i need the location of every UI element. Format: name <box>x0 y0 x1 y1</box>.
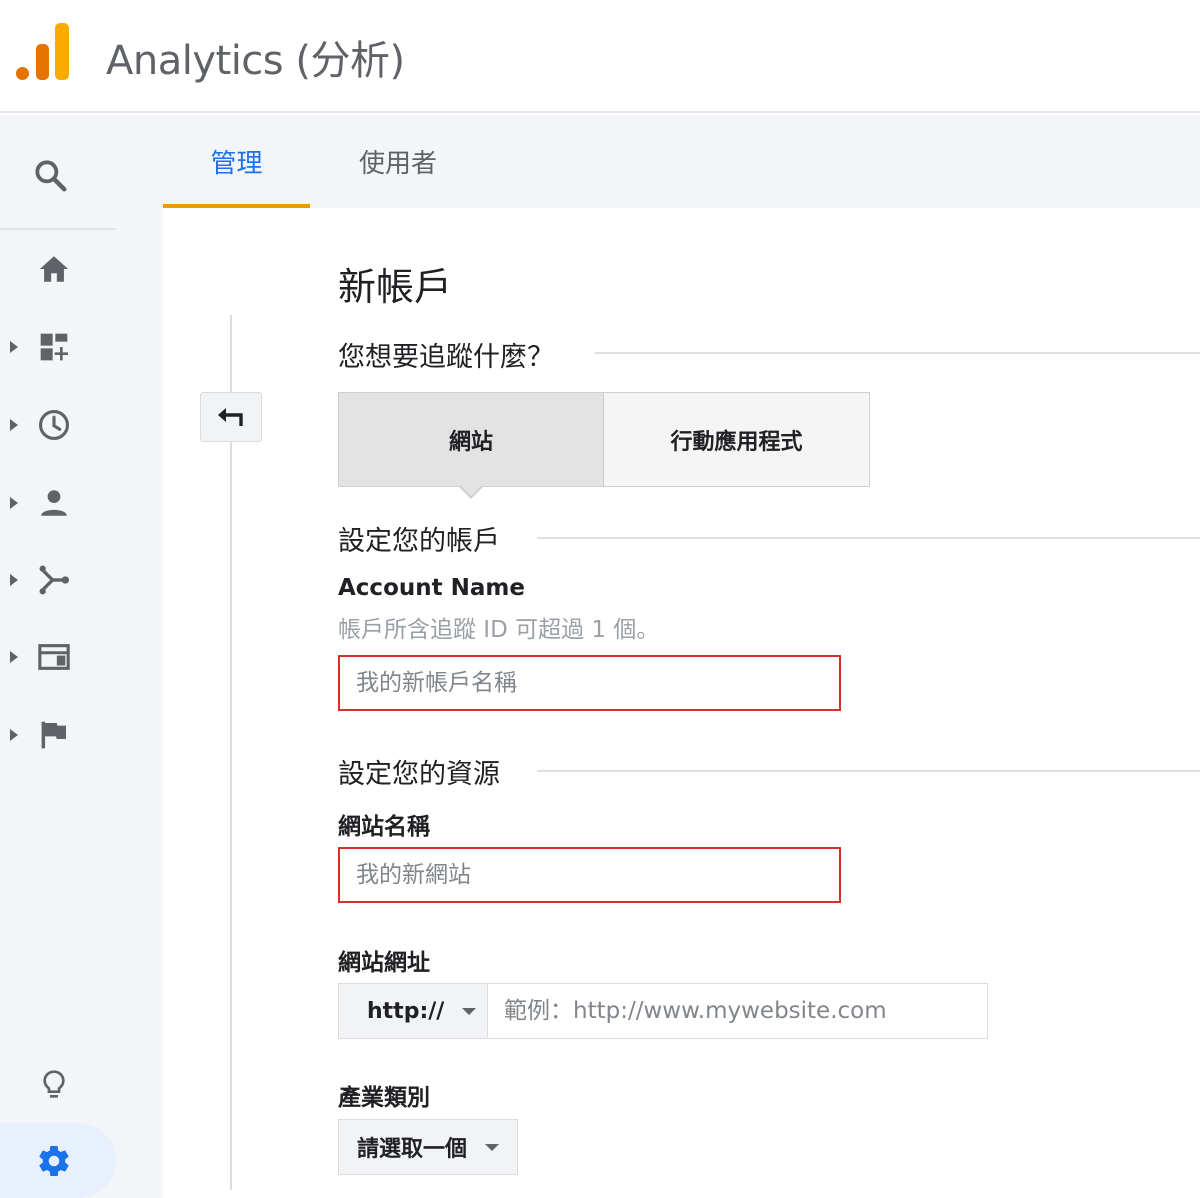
nav-item-admin[interactable] <box>0 1123 116 1198</box>
track-question: 您想要追蹤什麼？ <box>338 342 554 373</box>
dropdown-caret-icon <box>462 1007 477 1015</box>
section-divider <box>537 770 1200 772</box>
nav-item-home[interactable] <box>0 239 120 299</box>
site-name-label: 網站名稱 <box>338 814 430 840</box>
realtime-clock-icon <box>32 403 76 447</box>
section-divider <box>537 537 1200 539</box>
option-website-button[interactable]: 網站 <box>339 393 604 486</box>
lightbulb-icon <box>32 1063 76 1107</box>
expand-caret-icon <box>10 497 18 509</box>
site-url-input[interactable] <box>487 983 988 1039</box>
expand-caret-icon <box>10 419 18 431</box>
industry-dropdown[interactable]: 請選取一個 <box>338 1119 518 1175</box>
acquisition-icon <box>32 558 76 602</box>
conversions-flag-icon <box>32 713 76 757</box>
expand-caret-icon <box>10 341 18 353</box>
home-icon <box>32 247 76 291</box>
tab-admin[interactable]: 管理 <box>163 115 310 208</box>
audience-person-icon <box>32 481 76 525</box>
behavior-window-icon <box>32 635 76 679</box>
nav-item-behavior[interactable] <box>0 627 120 687</box>
left-nav <box>0 115 163 1198</box>
expand-caret-icon <box>10 651 18 663</box>
nav-item-audience[interactable] <box>0 473 120 533</box>
site-name-input[interactable] <box>338 847 841 903</box>
nav-divider <box>0 228 116 230</box>
nav-item-search[interactable] <box>0 145 120 205</box>
account-section-heading: 設定您的帳戶 <box>338 526 500 557</box>
dropdown-caret-icon <box>485 1143 500 1151</box>
timeline-line <box>230 315 232 1190</box>
account-name-label: Account Name <box>338 575 525 601</box>
analytics-logo-icon[interactable] <box>16 22 70 80</box>
nav-item-conversions[interactable] <box>0 705 120 765</box>
property-section-heading: 設定您的資源 <box>338 759 500 790</box>
customization-icon <box>32 325 76 369</box>
industry-label: 產業類別 <box>338 1085 430 1111</box>
section-divider <box>595 352 1200 354</box>
site-url-label: 網站網址 <box>338 950 430 976</box>
back-button[interactable] <box>200 392 262 442</box>
page-title: 新帳戶 <box>338 265 453 309</box>
nav-item-customization[interactable] <box>0 317 120 377</box>
expand-caret-icon <box>10 574 18 586</box>
search-icon <box>28 153 72 197</box>
nav-item-discover[interactable] <box>0 1055 120 1115</box>
protocol-value: http:// <box>367 998 445 1024</box>
tab-users[interactable]: 使用者 <box>333 115 463 208</box>
option-mobile-app-button[interactable]: 行動應用程式 <box>604 393 869 486</box>
account-name-hint: 帳戶所含追蹤 ID 可超過 1 個。 <box>338 617 660 643</box>
account-name-input[interactable] <box>338 655 841 711</box>
admin-tabs: 管理 使用者 <box>163 115 1200 208</box>
back-arrow-icon <box>218 408 243 426</box>
app-title: Analytics (分析) <box>106 38 405 84</box>
expand-caret-icon <box>10 729 18 741</box>
nav-item-acquisition[interactable] <box>0 550 120 610</box>
top-header: Analytics (分析) <box>0 0 1200 113</box>
protocol-dropdown[interactable]: http:// <box>338 983 488 1039</box>
gear-icon <box>32 1139 76 1183</box>
track-type-toggle: 網站 行動應用程式 <box>338 392 870 487</box>
industry-value: 請選取一個 <box>357 1137 468 1162</box>
nav-item-realtime[interactable] <box>0 395 120 455</box>
